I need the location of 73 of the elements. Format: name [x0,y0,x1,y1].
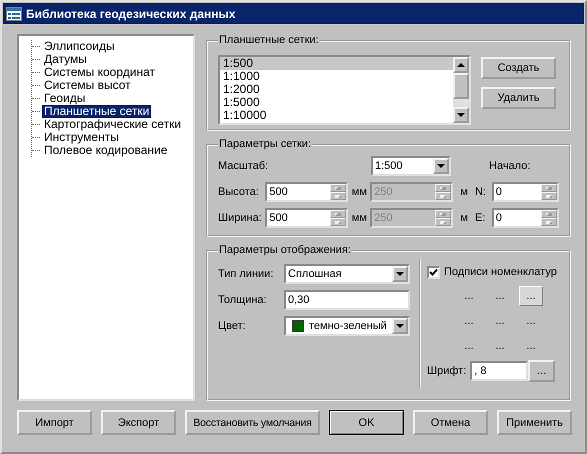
position-button[interactable]: ... [519,336,543,356]
unit-label: м [459,212,469,224]
group-title: Планшетные сетки: [218,34,320,47]
unit-label: мм [350,212,368,224]
field-label: Ширина: [218,212,263,224]
number-field[interactable]: 500 [265,182,348,202]
input-field[interactable]: , 8 [470,361,528,381]
field-label: N: [474,186,487,198]
dropdown-field[interactable]: Сплошная [284,264,410,284]
group-title: Параметры сетки: [218,138,312,151]
dropdown-button[interactable] [392,266,408,282]
dropdown-field[interactable]: темно-зеленый [284,316,410,336]
spin-buttons[interactable] [541,184,557,200]
list-box[interactable]: 1:500 1:1000 1:2000 1:5000 1:10000 [218,55,471,125]
field-label: E: [474,212,486,224]
position-button[interactable]: ... [457,286,481,306]
position-button[interactable]: ... [488,286,512,306]
tree-item[interactable]: Эллипсоиды [42,40,117,53]
position-button[interactable]: ... [457,311,481,331]
tree-item[interactable]: Системы высот [42,79,133,92]
list-item[interactable]: 1:500 [220,57,453,70]
number-field: 250 [370,208,454,228]
browse-button[interactable]: ... [528,360,556,382]
field-label: Масштаб: [218,160,270,172]
action-button[interactable]: Создать [481,57,556,79]
field-label: Цвет: [218,320,247,332]
list-item[interactable]: 1:5000 [220,96,453,109]
dropdown-field[interactable]: 1:500 [371,156,451,176]
field-label: Шрифт: [427,365,466,377]
dialog-button[interactable]: OK [329,410,404,435]
tree-item[interactable]: Датумы [42,53,89,66]
dialog-button[interactable]: Восстановить умолчания [185,410,320,435]
list-item[interactable]: 1:2000 [220,83,453,96]
spin-buttons[interactable] [330,210,346,226]
tree-item[interactable]: Системы координат [42,66,157,79]
field-label: Толщина: [218,294,268,306]
spin-buttons[interactable] [541,210,557,226]
unit-label: м [459,186,469,198]
unit-label: мм [350,186,368,198]
field-label: Тип линии: [218,268,274,280]
position-button[interactable]: ... [488,311,512,331]
checkbox-label: Подписи номенклатур [444,266,557,278]
spin-buttons[interactable] [330,184,346,200]
field-label: Начало: [489,160,530,172]
position-button[interactable]: ... [457,336,481,356]
dialog-button[interactable]: Отмена [413,410,488,435]
input-field[interactable]: 0,30 [284,290,410,310]
list-item[interactable]: 1:1000 [220,70,453,83]
action-button[interactable]: Удалить [481,87,556,109]
dialog-button[interactable]: Применить [497,410,572,435]
number-field[interactable]: 0 [492,208,559,228]
group-title: Параметры отображения: [218,244,352,257]
dialog-button[interactable]: Импорт [17,410,92,435]
tree-item[interactable]: Планшетные сетки [42,105,152,118]
list-item[interactable]: 1:10000 [220,109,453,122]
number-field[interactable]: 0 [492,182,559,202]
window-title: Библиотека геодезических данных [26,6,236,20]
number-field: 250 [370,182,454,202]
dialog-button[interactable]: Экспорт [101,410,176,435]
position-button[interactable]: ... [488,336,512,356]
tree-item[interactable]: Картографические сетки [42,118,184,131]
tree-item[interactable]: Полевое кодирование [42,144,170,157]
tree-item[interactable]: Геоиды [42,92,88,105]
app-icon [6,6,22,20]
number-field[interactable]: 500 [265,208,348,228]
field-label: Высота: [218,186,260,198]
scrollbar[interactable] [453,57,469,123]
checkbox[interactable] [427,266,440,278]
tree-item[interactable]: Инструменты [42,131,121,144]
dropdown-button[interactable] [392,318,408,334]
position-button[interactable]: ... [519,311,543,331]
dropdown-button[interactable] [433,158,449,174]
position-button[interactable]: ... [519,286,543,306]
